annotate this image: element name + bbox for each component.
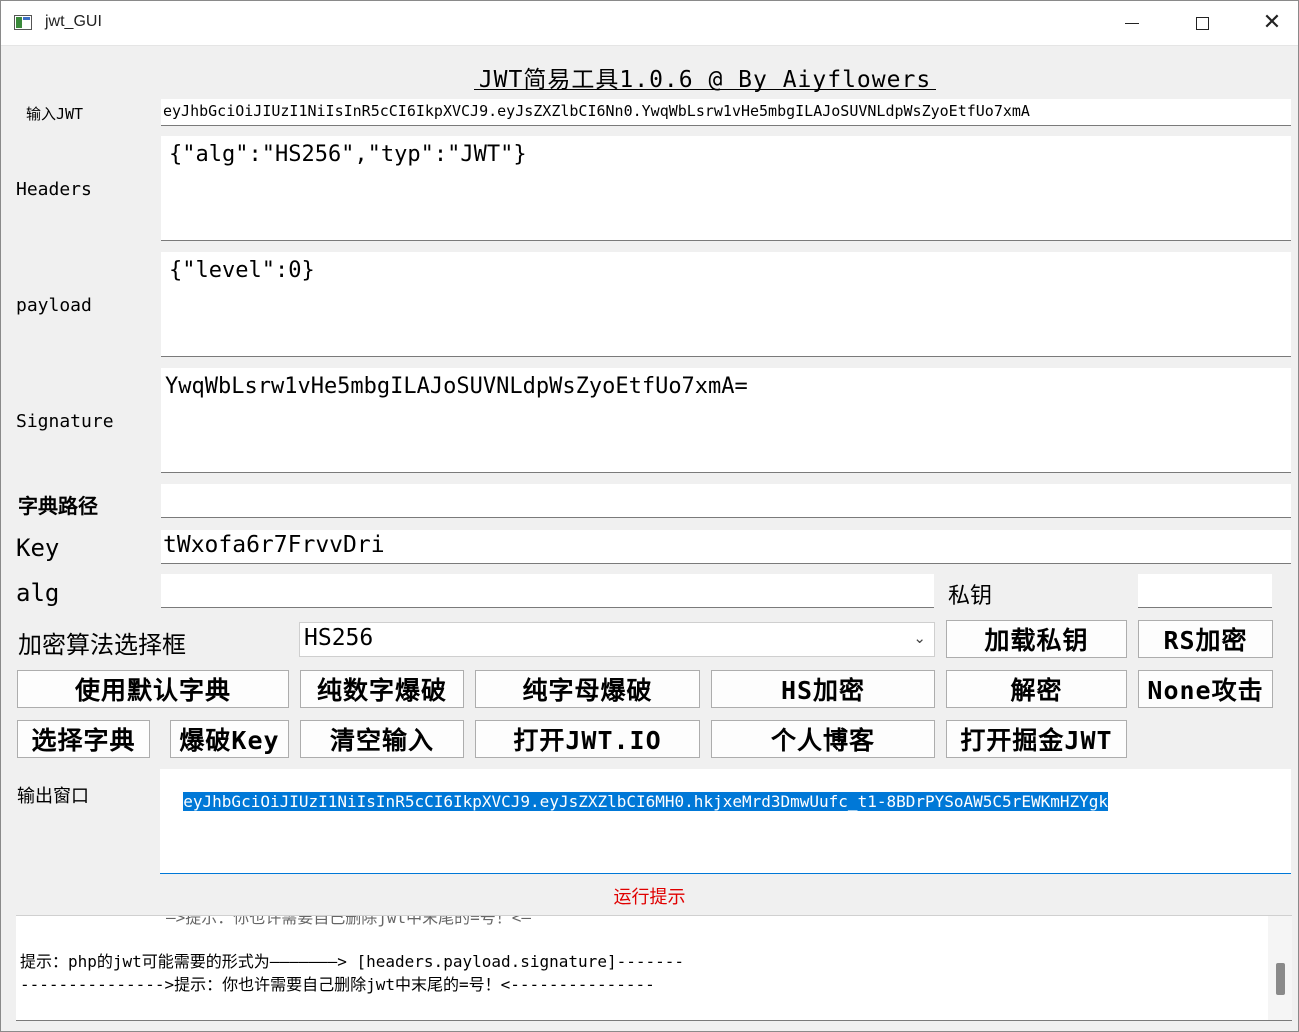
log-line-partial: —>提示：你也许需要自己删除jwt中末尾的=号！<— (166, 915, 532, 927)
chevron-down-icon: ⌄ (913, 629, 926, 647)
payload-label: payload (16, 295, 92, 316)
jwt-input-field[interactable]: eyJhbGciOiJIUzI1NiIsInR5cCI6IkpXVCJ9.eyJ… (161, 99, 1291, 126)
open-jwt-io-button[interactable]: 打开JWT.IO (475, 720, 700, 758)
status-text: 运行提示 (613, 887, 686, 908)
log-line: --------------->提示：你也许需要自己删除jwt中末尾的=号！<-… (20, 975, 655, 994)
private-key-field[interactable] (1138, 574, 1272, 608)
algo-select-label: 加密算法选择框 (18, 631, 186, 659)
dict-path-field[interactable] (161, 484, 1291, 518)
alg-label: alg (16, 579, 60, 607)
open-juejin-jwt-button[interactable]: 打开掘金JWT (946, 720, 1127, 758)
maximize-icon (1195, 16, 1209, 30)
rs-encrypt-button[interactable]: RS加密 (1138, 620, 1273, 658)
headers-textarea[interactable]: {"alg":"HS256","typ":"JWT"} (161, 136, 1291, 241)
app-header: JWT简易工具1.0.6 @ By Aiyflowers (474, 60, 936, 93)
payload-textarea[interactable]: {"level":0} (161, 252, 1291, 357)
algo-selected-value: HS256 (304, 625, 374, 651)
signature-textarea[interactable]: YwqWbLsrw1vHe5mbgILAJoSUVNLdpWsZyoEtfUo7… (161, 368, 1291, 473)
headers-label: Headers (16, 179, 92, 200)
hs-encrypt-button[interactable]: HS加密 (711, 670, 935, 708)
signature-label: Signature (16, 411, 114, 432)
minimize-icon (1125, 22, 1139, 24)
log-scrollbar[interactable] (1268, 916, 1292, 1020)
key-field[interactable]: tWxofa6r7FrvvDri (161, 530, 1291, 564)
output-selected-text: eyJhbGciOiJIUzI1NiIsInR5cCI6IkpXVCJ9.eyJ… (183, 792, 1109, 811)
close-icon: ✕ (1262, 10, 1282, 35)
scrollbar-thumb[interactable] (1276, 963, 1285, 995)
minimize-button[interactable] (1097, 1, 1167, 45)
decrypt-button[interactable]: 解密 (946, 670, 1127, 708)
output-textarea[interactable]: eyJhbGciOiJIUzI1NiIsInR5cCI6IkpXVCJ9.eyJ… (160, 769, 1291, 874)
algo-select[interactable]: HS256 ⌄ (299, 622, 935, 657)
alpha-brute-button[interactable]: 纯字母爆破 (475, 670, 700, 708)
maximize-button[interactable] (1167, 1, 1237, 45)
numeric-brute-button[interactable]: 纯数字爆破 (300, 670, 464, 708)
load-private-key-button[interactable]: 加载私钥 (946, 620, 1127, 658)
none-attack-button[interactable]: None攻击 (1138, 670, 1273, 708)
brute-key-button[interactable]: 爆破Key (170, 720, 289, 758)
choose-dict-button[interactable]: 选择字典 (17, 720, 150, 758)
log-line: 提示：php的jwt可能需要的形式为———————> [headers.payl… (20, 952, 685, 971)
window-title: jwt_GUI (45, 13, 102, 30)
private-key-label: 私钥 (948, 584, 993, 609)
app-icon (14, 15, 32, 30)
personal-blog-button[interactable]: 个人博客 (711, 720, 935, 758)
jwt-input-label: 输入JWT (26, 105, 84, 123)
clear-input-button[interactable]: 清空输入 (300, 720, 464, 758)
use-default-dict-button[interactable]: 使用默认字典 (17, 670, 289, 708)
output-label: 输出窗口 (17, 786, 89, 807)
close-button[interactable]: ✕ (1237, 1, 1299, 45)
key-label: Key (16, 534, 60, 562)
dict-path-label: 字典路径 (18, 494, 98, 518)
log-window[interactable]: —>提示：你也许需要自己删除jwt中末尾的=号！<— 提示：php的jwt可能需… (16, 915, 1292, 1021)
title-bar[interactable]: jwt_GUI ✕ (1, 1, 1298, 46)
alg-field[interactable] (161, 574, 934, 608)
